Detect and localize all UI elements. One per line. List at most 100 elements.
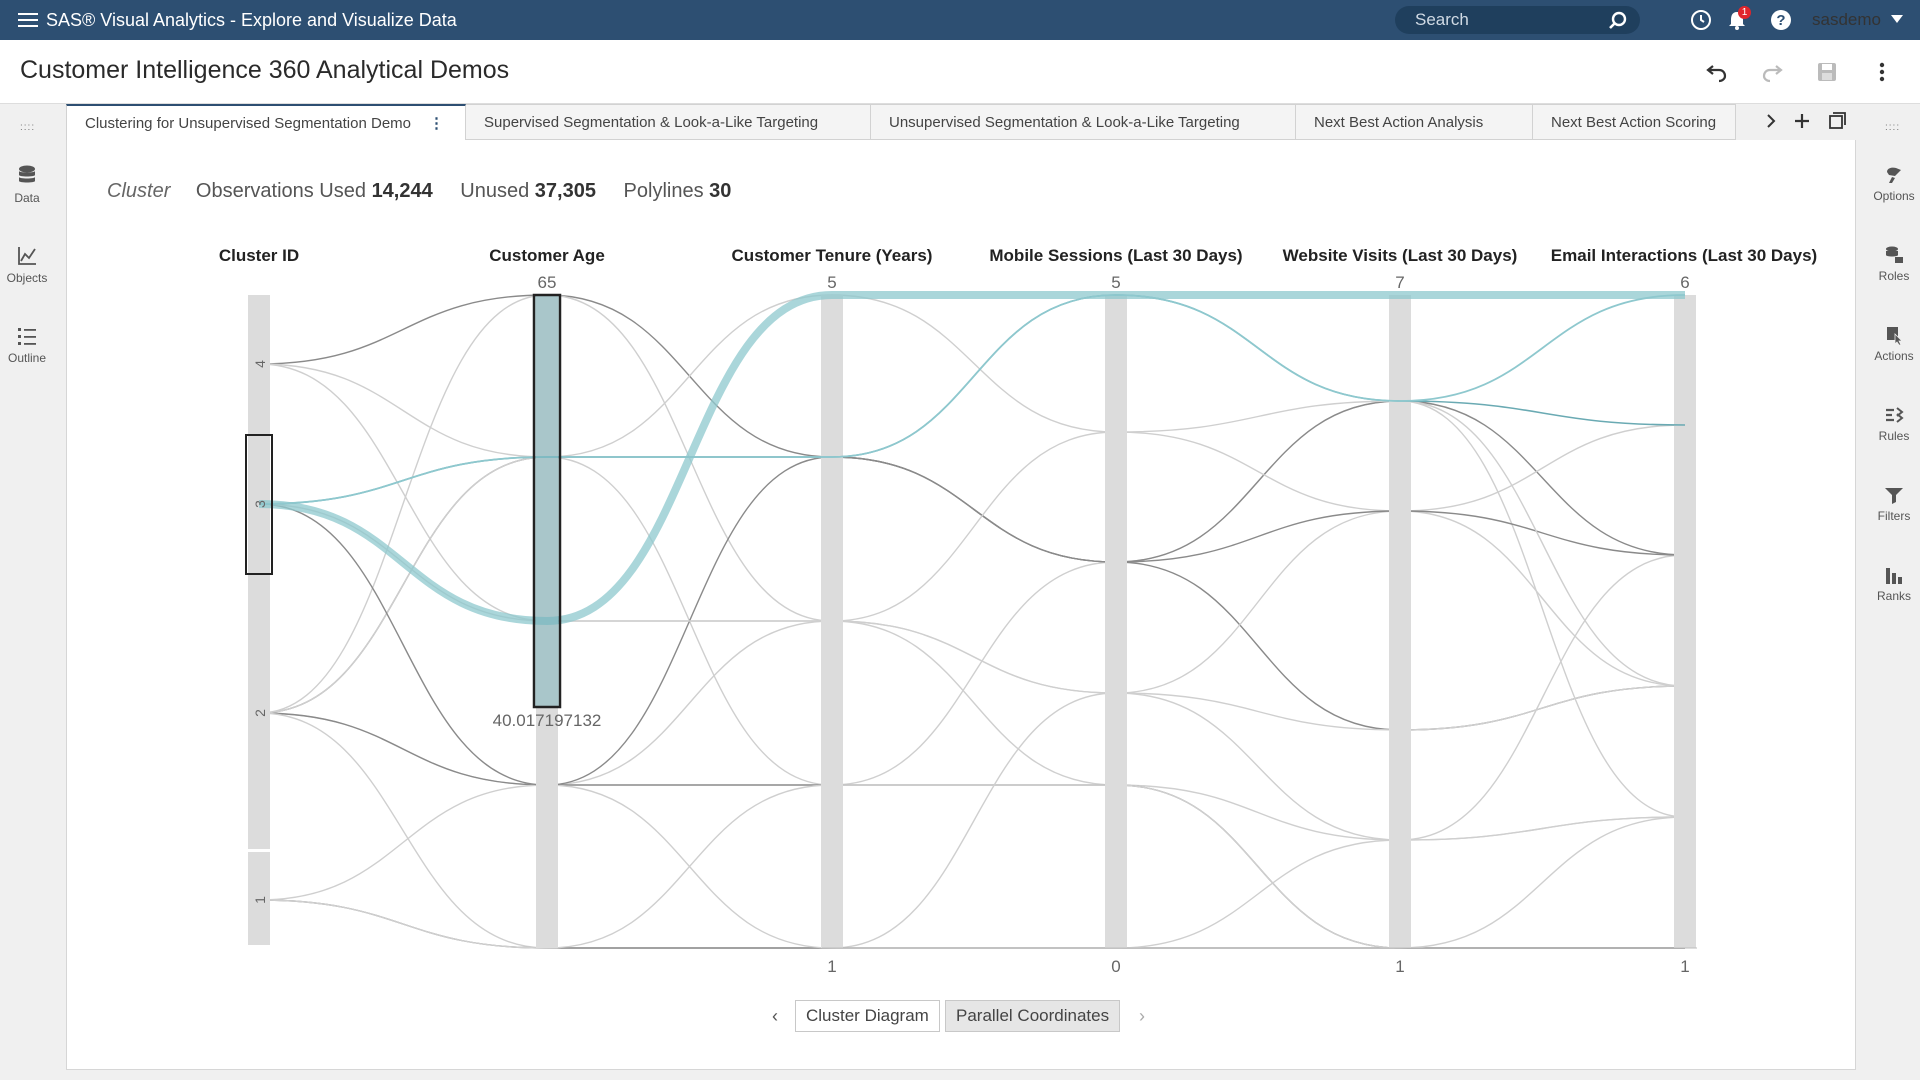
axis-min-label: 0 [1111, 957, 1120, 976]
tab-label: Clustering for Unsupervised Segmentation… [85, 114, 411, 132]
rail-ranks[interactable]: Ranks [1867, 564, 1920, 603]
filter-icon [1885, 488, 1903, 504]
undo-icon[interactable] [1705, 60, 1729, 84]
visual-pager: ‹ Cluster Diagram Parallel Coordinates › [67, 1000, 1857, 1032]
polyline-selected[interactable] [258, 294, 1686, 505]
rail-options[interactable]: Options [1867, 164, 1920, 203]
tab-next-best-action-analysis[interactable]: Next Best Action Analysis [1296, 104, 1533, 140]
grip-handle[interactable]: :::: [1885, 122, 1900, 133]
tab-supervised-segmentation[interactable]: Supervised Segmentation & Look-a-Like Ta… [466, 104, 871, 140]
axis-title: Customer Age [489, 246, 605, 265]
polyline[interactable] [258, 294, 1686, 731]
axis-bar[interactable] [1674, 295, 1696, 948]
notification-badge: 1 [1738, 6, 1751, 19]
report-header: Customer Intelligence 360 Analytical Dem… [0, 40, 1920, 104]
tab-menu-icon[interactable]: ⋮ [429, 114, 444, 132]
rail-label-actions: Actions [1874, 349, 1914, 363]
rail-actions[interactable]: Actions [1867, 324, 1920, 363]
axis-bar[interactable] [248, 295, 270, 945]
more-options-icon[interactable] [1870, 60, 1894, 84]
add-page-icon[interactable] [1791, 110, 1813, 132]
rail-label-options: Options [1873, 189, 1915, 203]
list-icon [18, 328, 36, 345]
category-separator [247, 849, 271, 852]
user-menu[interactable]: sasdemo [1812, 10, 1903, 30]
rail-data[interactable]: Data [0, 164, 54, 205]
axis-max-label: 6 [1680, 273, 1689, 292]
cluster-diagram-button[interactable]: Cluster Diagram [795, 1000, 940, 1032]
parallel-coordinates-chart[interactable]: Cluster ID Customer Age Customer Tenure (Y… [67, 140, 1857, 990]
age-selection-brush[interactable] [532, 293, 562, 709]
menu-icon[interactable] [18, 13, 38, 27]
pager-next-icon[interactable]: › [1139, 1006, 1145, 1027]
polyline[interactable] [258, 510, 1686, 949]
tab-label: Unsupervised Segmentation & Look-a-Like … [889, 113, 1240, 131]
pager-prev-icon[interactable]: ‹ [772, 1006, 778, 1027]
page-tabs: Clustering for Unsupervised Segmentation… [66, 104, 1866, 140]
polylines-unselected [258, 294, 1686, 949]
save-icon[interactable] [1815, 60, 1839, 84]
rail-label-rules: Rules [1878, 429, 1910, 443]
polyline[interactable] [258, 620, 1686, 786]
polyline-selected-main[interactable] [258, 290, 1685, 626]
search-icon[interactable] [1608, 11, 1628, 31]
polyline[interactable] [258, 363, 1686, 841]
category-label: 1 [252, 896, 268, 904]
rail-label-filters: Filters [1877, 509, 1911, 523]
line-chart-icon [18, 247, 36, 265]
axis-max-label: 7 [1395, 273, 1404, 292]
chevron-down-icon [1890, 15, 1903, 23]
maximize-icon[interactable] [1826, 110, 1848, 132]
axis-title: Email Interactions (Last 30 Days) [1551, 246, 1817, 265]
axis-title: Cluster ID [219, 246, 299, 265]
polyline[interactable] [258, 899, 1685, 949]
roles-icon [1886, 246, 1903, 263]
user-name: sasdemo [1812, 10, 1881, 29]
help-icon[interactable]: ? [1770, 9, 1792, 31]
rail-filters[interactable]: Filters [1867, 484, 1920, 523]
tab-clustering[interactable]: Clustering for Unsupervised Segmentation… [66, 104, 466, 140]
rules-icon [1886, 407, 1904, 423]
axis-bar[interactable] [1105, 295, 1127, 948]
axes [247, 295, 1697, 949]
chevron-right-icon[interactable] [1760, 110, 1782, 132]
axis-bar[interactable] [821, 295, 843, 948]
tab-label: Next Best Action Analysis [1314, 113, 1484, 131]
redo-icon[interactable] [1760, 60, 1784, 84]
report-title: Customer Intelligence 360 Analytical Dem… [20, 56, 510, 84]
polyline[interactable] [258, 400, 1686, 714]
rail-roles[interactable]: Roles [1867, 244, 1920, 283]
polyline[interactable] [258, 400, 1686, 687]
polyline[interactable] [258, 712, 1685, 949]
polyline-selected[interactable] [258, 294, 1686, 505]
category-label: 2 [252, 709, 268, 717]
history-icon[interactable] [1690, 9, 1712, 31]
axis-title: Mobile Sessions (Last 30 Days) [989, 246, 1242, 265]
category-label: 3 [252, 500, 268, 508]
rail-outline[interactable]: Outline [0, 324, 54, 365]
polyline[interactable] [258, 294, 1686, 841]
tab-next-best-action-scoring[interactable]: Next Best Action Scoring [1533, 104, 1736, 140]
tab-unsupervised-segmentation[interactable]: Unsupervised Segmentation & Look-a-Like … [871, 104, 1296, 140]
polylines-selected [258, 290, 1686, 626]
rail-label-objects: Objects [6, 271, 48, 285]
rail-objects[interactable]: Objects [0, 244, 54, 285]
rail-label-roles: Roles [1878, 269, 1910, 283]
rail-label-ranks: Ranks [1876, 589, 1911, 603]
search-input[interactable] [1415, 10, 1605, 30]
axis-min-label: 1 [1680, 957, 1689, 976]
axis-max-label: 5 [827, 273, 836, 292]
parallel-coordinates-button[interactable]: Parallel Coordinates [945, 1000, 1121, 1032]
axis-bar[interactable] [1389, 295, 1411, 948]
rail-label-outline: Outline [7, 351, 47, 365]
axis-title: Website Visits (Last 30 Days) [1283, 246, 1518, 265]
rail-rules[interactable]: Rules [1867, 404, 1920, 443]
search-box[interactable] [1395, 6, 1640, 34]
polyline[interactable] [258, 294, 1686, 714]
app-title: SAS® Visual Analytics - Explore and Visu… [46, 9, 457, 30]
polyline[interactable] [258, 456, 1686, 786]
axis-title: Customer Tenure (Years) [732, 246, 933, 265]
actions-icon [1887, 327, 1903, 346]
axis-max-label: 5 [1111, 273, 1120, 292]
grip-handle[interactable]: :::: [20, 122, 35, 133]
